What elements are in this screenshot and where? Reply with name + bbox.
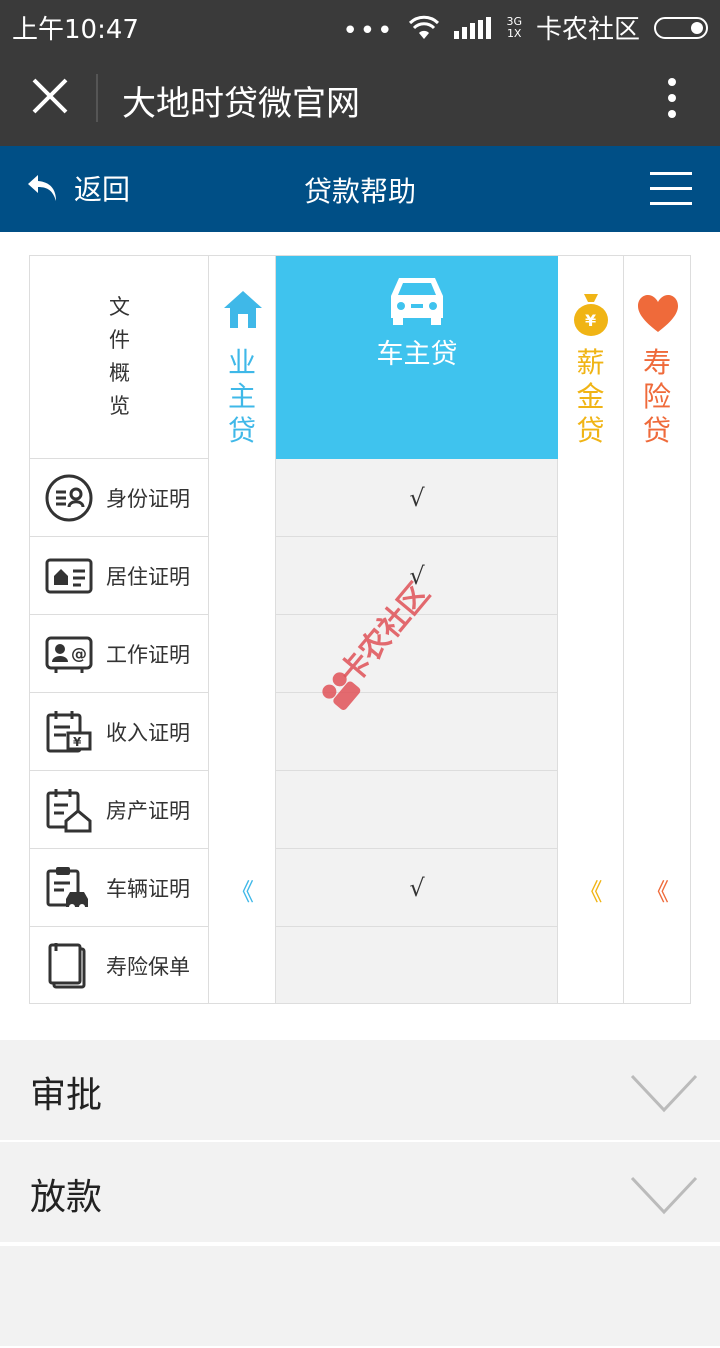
chevron-down-icon [630,1176,698,1215]
notification-dots: ••• [342,15,395,46]
svg-text:¥: ¥ [73,735,82,749]
svg-text:@: @ [71,644,87,663]
status-time: 上午10:47 [12,15,139,45]
svg-text:¥: ¥ [585,311,596,330]
signal-icon [454,16,492,39]
status-bar: 上午10:47 ••• 3G 1X 卡农社区 [0,0,720,50]
network-type: 3G 1X [506,14,522,40]
id-card-icon [45,474,93,521]
residence-card-icon [45,558,93,593]
close-icon[interactable] [28,74,72,118]
title-divider [96,74,98,122]
site-nav-bar: 贷款帮助 返回 [0,146,720,232]
accordion-disbursement[interactable]: 放款 [0,1142,720,1244]
doc-label: 工作证明 [106,642,190,667]
check-cell: √ [276,459,558,537]
wechat-title-bar: 大地时贷微官网 [0,50,720,146]
owner-loan-label: 业 主 贷 [227,346,256,447]
house-icon [224,291,262,328]
doc-row-vehicle: 车辆证明 [30,849,209,927]
product-column-owner-loan[interactable]: 业 主 贷 《 [209,256,276,1003]
doc-row-id: 身份证明 [30,459,209,537]
back-button[interactable]: 返回 [26,168,130,208]
doc-label: 寿险保单 [106,955,190,979]
expand-arrow-owner[interactable]: 《 [209,872,275,907]
menu-icon[interactable] [650,172,692,206]
car-icon [391,278,443,325]
accordion-title: 审批 [30,1075,103,1116]
money-bag-icon: ¥ [574,294,608,336]
product-column-salary-loan[interactable]: ¥ 薪 金 贷 《 [558,256,624,1003]
doc-row-work: @ 工作证明 [30,615,209,693]
expand-arrow-life[interactable]: 《 [624,872,690,907]
doc-row-policy: 寿险保单 [30,927,209,1005]
doc-row-income: ¥ 收入证明 [30,693,209,771]
heart-icon [638,295,678,332]
battery-icon [654,16,708,39]
doc-row-residence: 居住证明 [30,537,209,615]
accordion-approval[interactable]: 审批 [0,1040,720,1142]
doc-row-property: 房产证明 [30,771,209,849]
back-arrow-icon [28,175,56,201]
more-options-icon[interactable] [660,74,684,122]
check-cell [276,927,558,1005]
doc-label: 车辆证明 [106,876,190,901]
accordion-title: 放款 [30,1177,103,1218]
doc-label: 收入证明 [106,720,190,745]
watermark-text: 卡农社区 [333,576,437,692]
document-column: 文 件 概 览 身份证明 居住证明 @ 工作证明 ¥ 收入证明 房产证明 车辆证… [30,256,209,1003]
expand-arrow-salary[interactable]: 《 [558,872,623,907]
wifi-icon [409,15,440,39]
work-card-icon: @ [45,636,93,673]
vehicle-doc-icon [46,866,88,910]
check-cell: √ [276,849,558,927]
accordion-next-partial[interactable] [0,1246,720,1348]
car-loan-header: 车主贷 [276,256,558,459]
car-loan-label: 车主贷 [376,339,458,370]
check-cell [276,771,558,849]
salary-loan-label: 薪 金 贷 [576,346,605,447]
page-title: 大地时贷微官网 [122,84,360,124]
doc-label: 房产证明 [106,798,190,823]
status-right: ••• 3G 1X 卡农社区 [342,9,708,46]
chevron-down-icon [630,1074,698,1113]
doc-label: 身份证明 [106,486,190,511]
life-loan-label: 寿 险 贷 [642,346,671,447]
income-doc-icon: ¥ [46,710,92,752]
document-overview-header: 文 件 概 览 [30,256,209,459]
product-column-life-loan[interactable]: 寿 险 贷 《 [624,256,690,1003]
carrier-name: 卡农社区 [535,15,640,45]
doc-label: 居住证明 [106,564,190,589]
policy-doc-icon [48,943,86,989]
property-doc-icon [46,788,92,832]
back-label: 返回 [74,173,131,206]
